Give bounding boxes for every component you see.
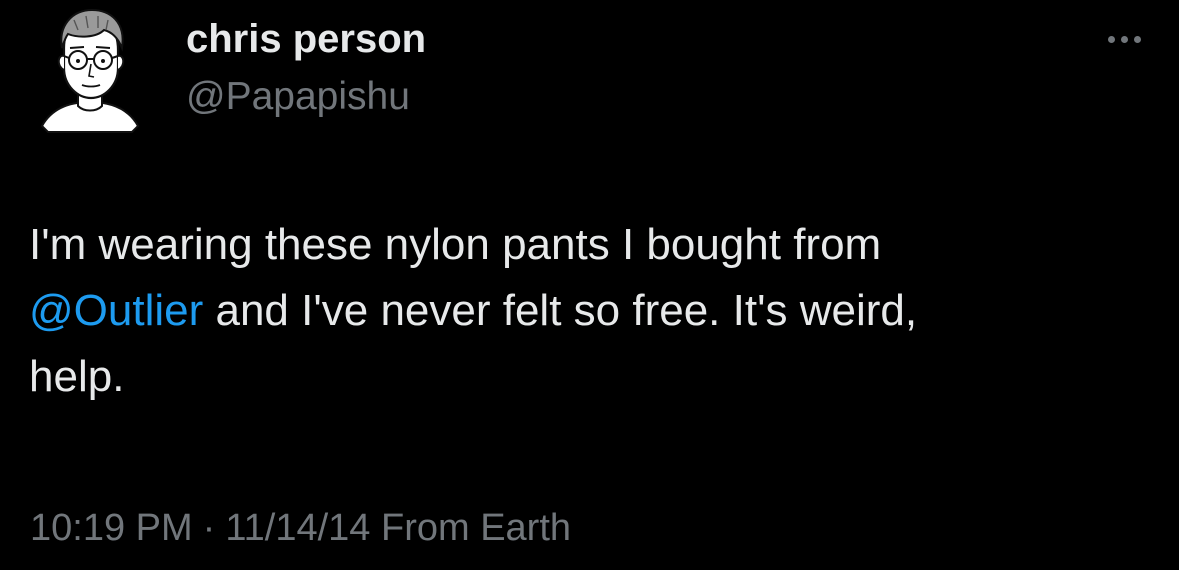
tweet-text-fragment: and I've never felt so free. It's weird, <box>203 286 918 335</box>
avatar[interactable] <box>34 4 146 134</box>
mention-link[interactable]: @Outlier <box>29 286 203 335</box>
cartoon-portrait-avatar-icon <box>40 8 140 133</box>
tweet-date[interactable]: 11/14/14 <box>225 507 370 549</box>
display-name[interactable]: chris person <box>186 16 426 62</box>
meta-separator: · <box>202 507 216 549</box>
tweet-text-line: help. <box>29 352 125 401</box>
user-handle[interactable]: @Papapishu <box>186 74 410 120</box>
more-options-icon <box>1133 35 1141 43</box>
more-options-icon <box>1107 35 1115 43</box>
more-options-button[interactable] <box>1098 24 1150 54</box>
tweet-text-line: I'm wearing these nylon pants I bought f… <box>29 220 882 269</box>
more-options-icon <box>1120 35 1128 43</box>
tweet-text: I'm wearing these nylon pants I bought f… <box>29 212 1139 410</box>
tweet-source: From Earth <box>380 507 572 549</box>
tweet-text-line: @Outlier and I've never felt so free. It… <box>29 278 1139 344</box>
tweet-meta: 10:19 PM · 11/14/14 From Earth <box>30 505 571 551</box>
tweet-time[interactable]: 10:19 PM <box>30 507 193 549</box>
